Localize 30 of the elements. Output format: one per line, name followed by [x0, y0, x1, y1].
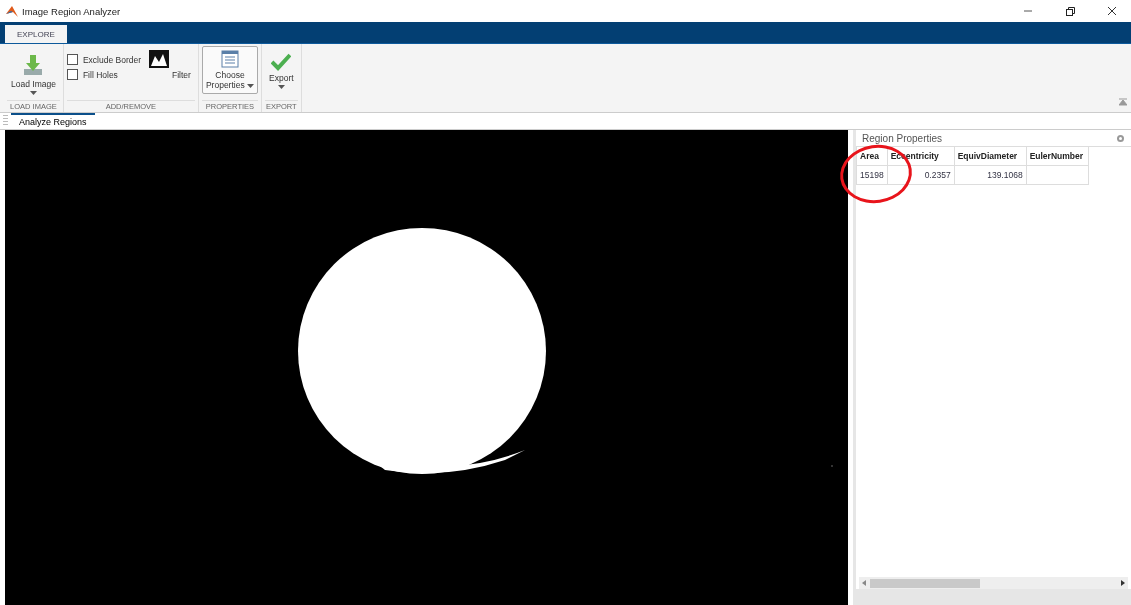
- collapse-icon[interactable]: [1119, 98, 1127, 106]
- restore-icon: [1065, 6, 1075, 16]
- scroll-left-icon[interactable]: [862, 580, 866, 586]
- settings-icon[interactable]: [1116, 133, 1125, 143]
- download-icon: [22, 53, 45, 77]
- window-title: Image Region Analyzer: [22, 5, 121, 17]
- toolbar-button[interactable]: Filter: [145, 46, 195, 84]
- table-cell: 139.1068: [954, 165, 1027, 185]
- ribbon-tab[interactable]: EXPLORE: [5, 25, 67, 43]
- column-header[interactable]: EquivDiameter: [954, 147, 1027, 166]
- table-cell: 15198: [856, 165, 888, 185]
- checkbox-label: Exclude Border: [82, 54, 142, 65]
- horizontal-scrollbar[interactable]: [859, 577, 1128, 589]
- check-icon: [271, 53, 292, 71]
- panel-title: Region Properties: [862, 132, 943, 144]
- table-cell: 0.2357: [887, 165, 955, 185]
- close-icon: [1107, 6, 1117, 16]
- scroll-right-icon[interactable]: [1121, 580, 1125, 586]
- column-header[interactable]: Area: [856, 147, 888, 166]
- app-logo-icon: [6, 5, 18, 17]
- checkbox[interactable]: [66, 69, 78, 80]
- toolbar-button[interactable]: Load Image: [7, 46, 60, 99]
- toolbar-button[interactable]: Choose Properties: [201, 46, 259, 94]
- column-header[interactable]: EulerNumber: [1026, 147, 1089, 166]
- document-tab[interactable]: Analyze Regions: [11, 113, 95, 129]
- toolbar-button[interactable]: Export: [265, 46, 298, 93]
- binary-image-icon: [149, 50, 170, 68]
- checkbox[interactable]: [66, 54, 78, 65]
- checkbox-label: Fill Holes: [82, 69, 118, 80]
- list-icon: [220, 50, 239, 68]
